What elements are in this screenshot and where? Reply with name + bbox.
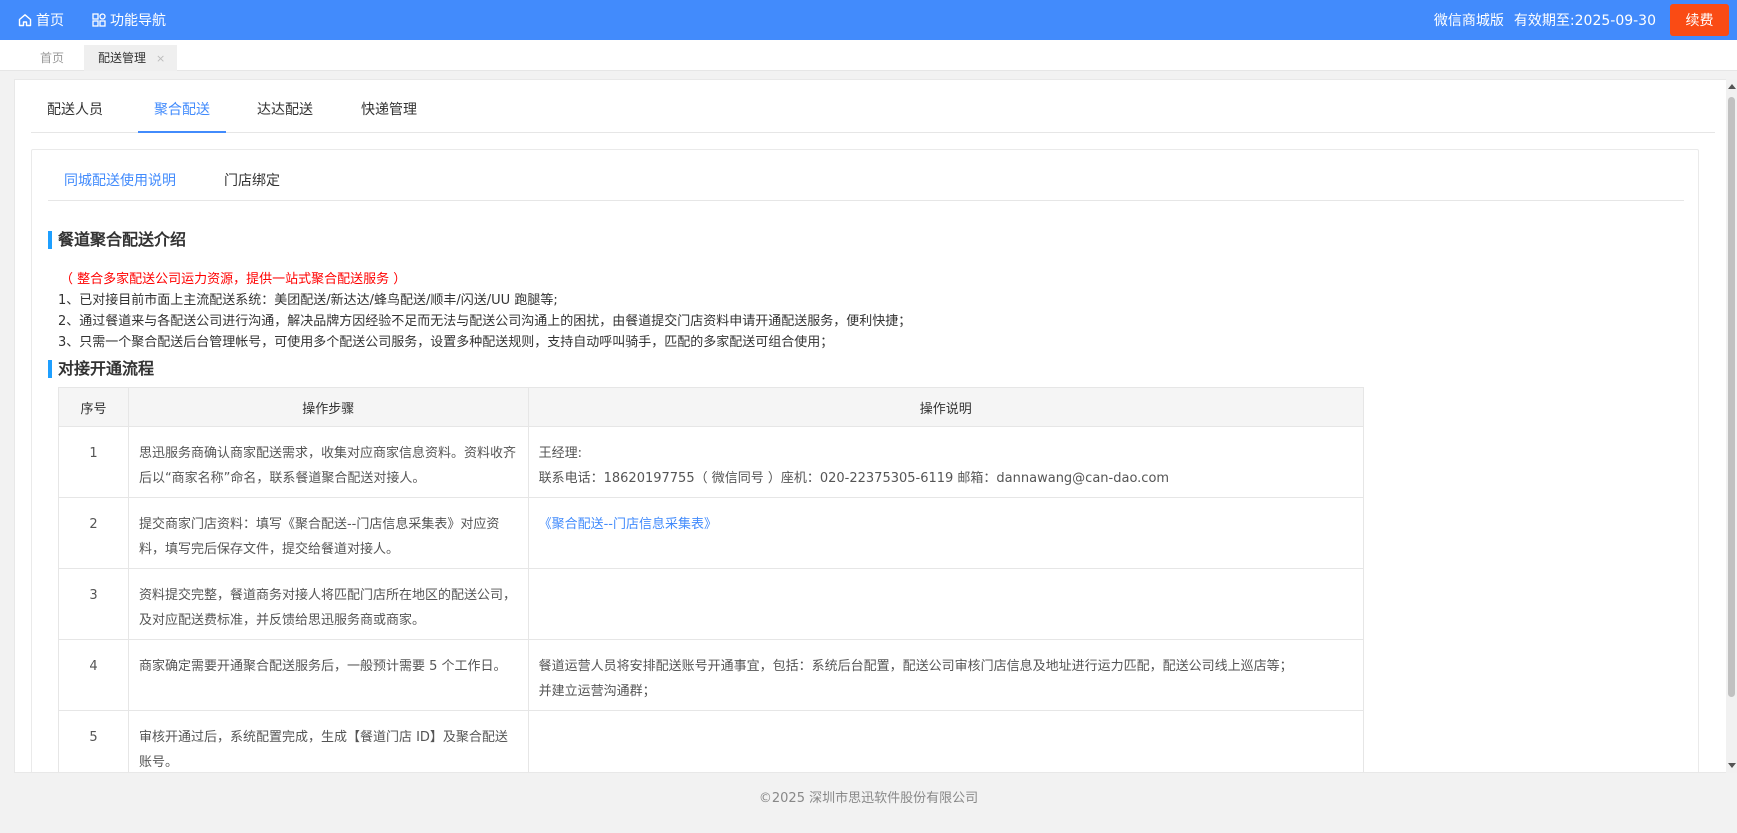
table-row: 1 思迅服务商确认商家配送需求，收集对应商家信息资料。资料收齐后以“商家名称”命… xyxy=(58,426,1365,498)
header-num: 序号 xyxy=(58,387,129,427)
row-desc-line-2: 并建立运营沟通群； xyxy=(538,684,656,699)
row-desc xyxy=(527,710,1365,772)
intro-line-2: 2、通过餐道来与各配送公司进行沟通，解决品牌方因经验不足而无法与配送公司沟通上的… xyxy=(58,314,912,329)
tab-delivery-staff[interactable]: 配送人员 xyxy=(45,80,105,133)
tab-city-delivery-guide[interactable]: 同城配送使用说明 xyxy=(64,150,176,212)
store-info-form-link[interactable]: 《聚合配送--门店信息采集表》 xyxy=(539,517,717,532)
table-row: 5 审核开通过后，系统配置完成，生成【餐道门店 ID】及聚合配送账号。 xyxy=(58,710,1365,772)
row-num: 2 xyxy=(58,497,129,569)
row-num: 3 xyxy=(58,568,129,640)
process-title: 对接开通流程 xyxy=(48,360,154,378)
row-step: 提交商家门店资料：填写《聚合配送--门店信息采集表》对应资料，填写完后保存文件，… xyxy=(127,497,529,569)
top-navbar: 首页 功能导航 微信商城版 有效期至:2025-09-30 续费 xyxy=(0,0,1737,40)
row-step: 思迅服务商确认商家配送需求，收集对应商家信息资料。资料收齐后以“商家名称”命名，… xyxy=(127,426,529,498)
intro-line-1: 1、已对接目前市面上主流配送系统：美团配送/新达达/蜂鸟配送/顺丰/闪送/UU … xyxy=(58,293,558,308)
home-nav[interactable]: 首页 xyxy=(18,10,64,30)
close-icon[interactable]: × xyxy=(156,52,165,65)
table-row: 2 提交商家门店资料：填写《聚合配送--门店信息采集表》对应资料，填写完后保存文… xyxy=(58,497,1365,569)
edition-label: 微信商城版 xyxy=(1433,13,1504,29)
expiry-label: 有效期至:2025-09-30 xyxy=(1513,13,1656,29)
contact-name: 王经理: xyxy=(538,446,582,461)
page-tab-home[interactable]: 首页 xyxy=(26,45,78,71)
main-content: 配送人员 聚合配送 达达配送 快递管理 同城配送使用说明 门店绑定 餐道聚合配送… xyxy=(14,79,1728,773)
table-row: 3 资料提交完整，餐道商务对接人将匹配门店所在地区的配送公司，及对应配送费标准，… xyxy=(58,568,1365,640)
row-num: 4 xyxy=(58,639,129,711)
function-nav-label: 功能导航 xyxy=(110,13,166,29)
vertical-scrollbar[interactable] xyxy=(1726,79,1737,773)
page-tab-delivery-label: 配送管理 xyxy=(98,51,147,65)
row-num: 5 xyxy=(58,710,129,772)
tab-dada-delivery[interactable]: 达达配送 xyxy=(255,80,315,133)
account-info: 微信商城版 有效期至:2025-09-30 续费 xyxy=(1434,4,1737,36)
intro-highlight: （ 整合多家配送公司运力资源，提供一站式聚合配送服务 ） xyxy=(60,272,407,287)
table-row: 4 商家确定需要开通聚合配送服务后，一般预计需要 5 个工作日。 餐道运营人员将… xyxy=(58,639,1365,711)
table-header-row: 序号 操作步骤 操作说明 xyxy=(58,387,1365,427)
grid-icon xyxy=(92,13,106,27)
row-desc: 餐道运营人员将安排配送账号开通事宜，包括：系统后台配置，配送公司审核门店信息及地… xyxy=(527,639,1365,711)
row-step: 审核开通过后，系统配置完成，生成【餐道门店 ID】及聚合配送账号。 xyxy=(127,710,529,772)
header-desc: 操作说明 xyxy=(527,387,1365,427)
sub-tabs: 同城配送使用说明 门店绑定 xyxy=(48,150,1684,201)
header-step: 操作步骤 xyxy=(127,387,529,427)
aggregate-panel: 同城配送使用说明 门店绑定 餐道聚合配送介绍 （ 整合多家配送公司运力资源，提供… xyxy=(31,149,1699,772)
row-desc xyxy=(527,568,1365,640)
intro-line-3: 3、只需一个聚合配送后台管理帐号，可使用多个配送公司服务，设置多种配送规则，支持… xyxy=(58,335,834,350)
scroll-down-icon[interactable] xyxy=(1728,763,1736,768)
contact-info: 联系电话：18620197755（ 微信同号 ）座机：020-22375305-… xyxy=(538,471,1170,486)
home-icon xyxy=(18,14,32,27)
scrollbar-thumb[interactable] xyxy=(1728,97,1735,697)
row-num: 1 xyxy=(58,426,129,498)
row-desc: 王经理: 联系电话：18620197755（ 微信同号 ）座机：020-2237… xyxy=(527,426,1365,498)
tab-store-binding[interactable]: 门店绑定 xyxy=(224,150,280,212)
tab-express-management[interactable]: 快递管理 xyxy=(359,80,419,133)
function-nav[interactable]: 功能导航 xyxy=(92,10,166,30)
row-desc-line-1: 餐道运营人员将安排配送账号开通事宜，包括：系统后台配置，配送公司审核门店信息及地… xyxy=(538,659,1293,674)
scroll-up-icon[interactable] xyxy=(1728,84,1736,89)
main-tabs: 配送人员 聚合配送 达达配送 快递管理 xyxy=(31,80,1715,133)
row-step: 资料提交完整，餐道商务对接人将匹配门店所在地区的配送公司，及对应配送费标准，并反… xyxy=(127,568,529,640)
process-table: 序号 操作步骤 操作说明 1 思迅服务商确认商家配送需求，收集对应商家信息资料。… xyxy=(58,387,1365,772)
page-tab-delivery[interactable]: 配送管理 × xyxy=(84,45,178,71)
tab-aggregate-delivery[interactable]: 聚合配送 xyxy=(138,80,226,133)
footer-copyright: ©2025 深圳市思迅软件股份有限公司 xyxy=(758,791,979,806)
row-desc: 《聚合配送--门店信息采集表》 xyxy=(527,497,1365,569)
intro-title: 餐道聚合配送介绍 xyxy=(48,231,186,249)
home-nav-label: 首页 xyxy=(36,13,64,29)
page-tabbar: 首页 配送管理 × xyxy=(0,40,1737,71)
renew-button[interactable]: 续费 xyxy=(1670,4,1729,36)
row-step: 商家确定需要开通聚合配送服务后，一般预计需要 5 个工作日。 xyxy=(127,639,529,711)
